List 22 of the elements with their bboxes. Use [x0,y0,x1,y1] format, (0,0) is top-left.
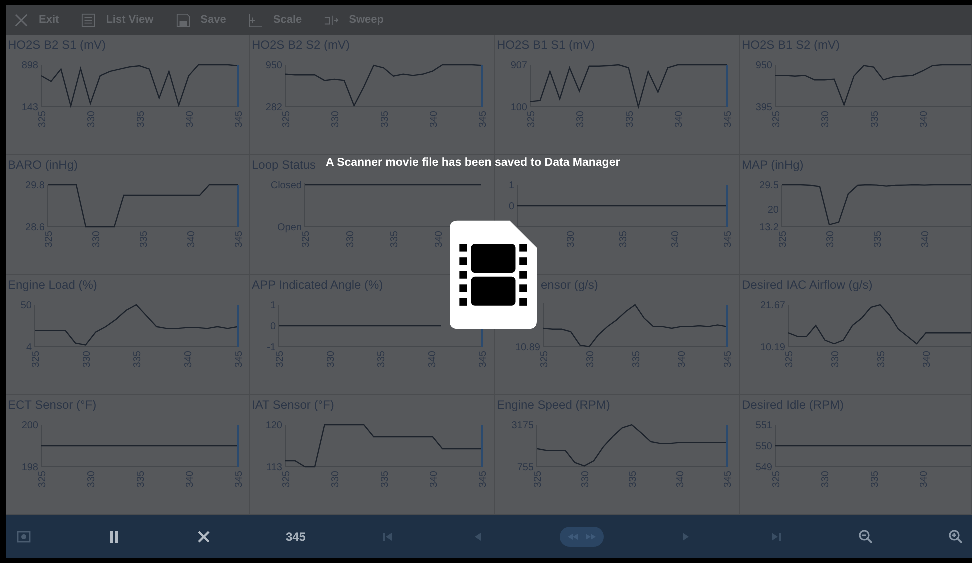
save-icon [176,12,191,28]
cursor-line [237,305,239,347]
toast-message: A Scanner movie file has been saved to Data Manager [326,157,620,169]
zoom-out-icon[interactable] [858,528,874,544]
cursor-line [726,185,728,227]
rewind-forward-icon[interactable] [560,526,604,546]
cursor-line [237,65,239,107]
close-icon[interactable] [196,528,212,544]
cursor-line [726,305,728,347]
cursor-line [726,425,728,467]
cursor-line [237,425,239,467]
list-icon [81,12,96,28]
zoom-in-icon[interactable] [948,528,964,544]
movie-file-icon [450,220,537,330]
cursor-line [726,65,728,107]
cursor-line [481,65,483,107]
close-icon [14,12,29,28]
frame-counter: 345 [286,530,306,544]
cursor-line [237,185,239,227]
camera-icon[interactable] [16,528,32,544]
scale-icon [248,12,264,28]
cursor-line [481,425,483,467]
